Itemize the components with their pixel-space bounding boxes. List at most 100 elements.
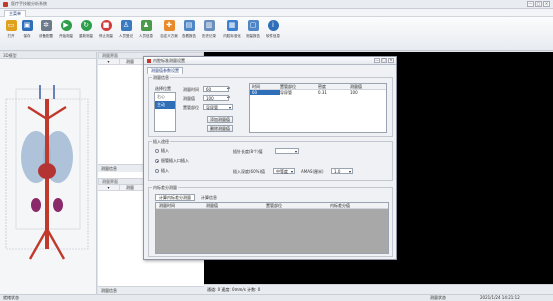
chevron-down-icon: ▾ bbox=[348, 169, 351, 174]
radio-insert-label: 插入 bbox=[161, 148, 169, 153]
person-info-button[interactable]: ♟ 人员信息 bbox=[138, 20, 154, 39]
view-report-button[interactable]: ▤ 查看报告 bbox=[181, 20, 197, 39]
ribbon-toolbar: ▭ 打开 ▣ 保存 ✲ 设备配置 ▶ 开始测量 ↻ 重新测量 ■ 停止测量 ♙ 人员登记 ♟ 人… bbox=[0, 17, 553, 51]
minimize-button[interactable]: — bbox=[527, 1, 534, 7]
tab-calc-diff[interactable]: 计算内标差分测量 bbox=[155, 194, 195, 201]
amas-label: AMAS(厘米) bbox=[301, 169, 324, 174]
spin-icon[interactable]: ▴▾ bbox=[227, 95, 230, 99]
save-button[interactable]: ▣ 保存 bbox=[19, 20, 35, 39]
radio-insert-selected-label: 胆管插入口插入 bbox=[161, 158, 189, 163]
folder-icon: ▭ bbox=[5, 20, 17, 31]
tab-calc-info[interactable]: 计算信息 bbox=[201, 195, 217, 201]
diff-table: 测量时间 测量值 置管部位 内标差分值 bbox=[155, 202, 389, 254]
custom-plan-button[interactable]: ✚ 自定义方案 bbox=[160, 20, 178, 39]
site-select-value: 导尿管 bbox=[206, 105, 218, 110]
table-cell: 100 bbox=[350, 90, 358, 95]
channel-info: 通道: 0 速度: 0mm/s 计数: 0 bbox=[204, 284, 553, 294]
table-cell: 60 bbox=[250, 90, 280, 95]
add-value-button[interactable]: 添加测量值 bbox=[207, 116, 233, 123]
table-cell: 导尿管 bbox=[280, 90, 292, 95]
status-label: 测量状态 bbox=[430, 295, 446, 300]
close-button[interactable]: × bbox=[543, 1, 550, 7]
chevron-down-icon: ▾ bbox=[290, 169, 293, 174]
site-label: 置管部位 bbox=[183, 105, 199, 110]
dialog-title-bar: 内腔标准测量设置 — □ × bbox=[144, 57, 396, 65]
amas-select[interactable]: 1.0 ▾ bbox=[331, 168, 353, 174]
dialog-maximize-button[interactable]: □ bbox=[381, 58, 387, 63]
list-item[interactable]: 右心 bbox=[155, 93, 175, 101]
column-header: 内标差分值 bbox=[330, 203, 350, 208]
measure-info-label-bottom: 测量信息 bbox=[98, 286, 204, 294]
menu-bar: 主菜单 bbox=[0, 9, 553, 17]
needle-length-select[interactable]: ▾ bbox=[275, 148, 299, 154]
radio-insert[interactable]: 插入 bbox=[155, 148, 169, 154]
title-bar: 医疗手技能分析系统 — □ × bbox=[0, 0, 553, 9]
spin-icon[interactable]: ▴▾ bbox=[227, 86, 230, 90]
status-datetime: 2021/1/24 14:21:12 bbox=[480, 295, 520, 300]
window-title: 医疗手技能分析系统 bbox=[11, 1, 47, 6]
dialog-controls: — □ × bbox=[374, 58, 394, 63]
column-header: 测量值 bbox=[350, 84, 362, 89]
radio-other-label: 插入 bbox=[161, 168, 169, 173]
measurement-settings-dialog: 内腔标准测量设置 — □ × 测量值参数设置 测量信息 选择位置 右心 主动 测… bbox=[143, 56, 397, 260]
start-measure-button[interactable]: ▶ 开始测量 bbox=[58, 20, 74, 39]
tab-main-menu[interactable]: 主菜单 bbox=[4, 10, 26, 17]
info-icon: i bbox=[267, 20, 279, 31]
table-row[interactable]: 60 导尿管 0.31 100 bbox=[250, 90, 386, 95]
right-kidney bbox=[53, 198, 63, 212]
puzzle-icon: ✚ bbox=[163, 20, 175, 31]
tab-measure-params[interactable]: 测量值参数设置 bbox=[147, 67, 183, 74]
value-input[interactable]: 100 bbox=[203, 95, 229, 101]
column-measure: 测量 bbox=[126, 59, 134, 64]
dialog-app-icon bbox=[147, 59, 151, 63]
open-button[interactable]: ▭ 打开 bbox=[3, 20, 19, 39]
chevron-down-icon: ▾ bbox=[294, 149, 297, 154]
report-icon: ▤ bbox=[183, 20, 195, 31]
table-cell: 0.31 bbox=[318, 90, 327, 95]
location-list[interactable]: 右心 主动 bbox=[154, 92, 176, 132]
history-button[interactable]: ▥ 历史记录 bbox=[201, 20, 217, 39]
person-icon: ♙ bbox=[120, 20, 132, 31]
depth-select[interactable]: 中等度 ▾ bbox=[273, 168, 295, 174]
group-insert-route-title: 插入途径 bbox=[152, 139, 170, 145]
anatomy-model-view[interactable] bbox=[0, 59, 96, 291]
restart-measure-button[interactable]: ↻ 重新测量 bbox=[78, 20, 94, 39]
measure-report-button[interactable]: ▢ 测量报告 bbox=[245, 20, 261, 39]
dialog-minimize-button[interactable]: — bbox=[374, 58, 380, 63]
left-kidney bbox=[31, 198, 41, 212]
save-icon: ▣ bbox=[21, 20, 33, 31]
time-input[interactable]: 60 bbox=[203, 86, 229, 92]
radio-circle bbox=[155, 169, 159, 173]
column-header: 测量值 bbox=[206, 203, 218, 208]
arrow-icon: ▾ bbox=[98, 185, 120, 190]
model-panel-header: 3D模型 bbox=[0, 52, 96, 59]
stop-measure-button[interactable]: ■ 停止测量 bbox=[98, 20, 114, 39]
model-panel: 3D模型 bbox=[0, 52, 97, 294]
person-register-button[interactable]: ♙ 人员登记 bbox=[118, 20, 134, 39]
cavity-standard-button[interactable]: ▦ 内腔标准化 bbox=[223, 20, 241, 39]
document-icon: ▢ bbox=[247, 20, 259, 31]
status-bar: 就绪状态 测量状态 2021/1/24 14:21:12 bbox=[0, 294, 553, 301]
radio-circle bbox=[155, 149, 159, 153]
dialog-close-button[interactable]: × bbox=[388, 58, 394, 63]
site-select[interactable]: 导尿管 ▾ bbox=[203, 104, 233, 110]
delete-value-button[interactable]: 删除测量值 bbox=[207, 125, 233, 132]
value-label: 测量值 bbox=[183, 96, 195, 101]
history-icon: ▥ bbox=[203, 20, 215, 31]
device-config-button[interactable]: ✲ 设备配置 bbox=[38, 20, 54, 39]
maximize-button[interactable]: □ bbox=[535, 1, 542, 7]
group-internal-diff: 内标差分测量 计算内标差分测量 计算信息 测量时间 测量值 置管部位 内标差分值 bbox=[148, 185, 393, 257]
list-item-selected[interactable]: 主动 bbox=[155, 101, 175, 109]
app-icon bbox=[3, 1, 8, 7]
arrow-icon: ▾ bbox=[98, 59, 120, 64]
refresh-icon: ↻ bbox=[80, 20, 92, 31]
diff-table-body bbox=[156, 209, 388, 253]
radio-other[interactable]: 插入 bbox=[155, 168, 169, 174]
radio-circle-checked bbox=[155, 159, 159, 163]
column-header: 置管部位 bbox=[280, 84, 296, 89]
gear-icon: ✲ bbox=[40, 20, 52, 31]
radio-insert-selected[interactable]: 胆管插入口插入 bbox=[155, 158, 189, 164]
column-header: 时间 bbox=[252, 84, 260, 89]
software-info-button[interactable]: i 软件信息 bbox=[265, 20, 281, 39]
neck-vessels bbox=[39, 85, 55, 99]
